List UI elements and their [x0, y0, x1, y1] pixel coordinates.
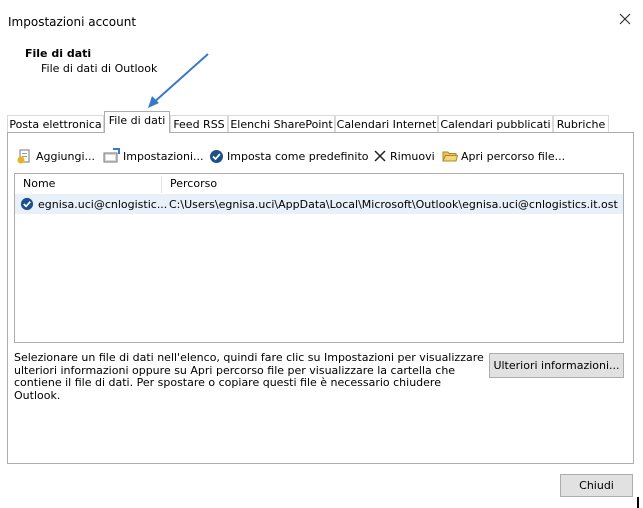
window-title: Impostazioni account: [8, 15, 137, 29]
remove-button[interactable]: Rimuovi: [373, 147, 435, 165]
settings-icon: [103, 148, 120, 163]
settings-button[interactable]: Impostazioni...: [103, 147, 204, 165]
tab-published-calendars[interactable]: Calendari pubblicati: [438, 115, 553, 132]
row-name: egnisa.uci@cnlogistic...: [38, 198, 168, 211]
open-location-button[interactable]: Apri percorso file...: [442, 147, 565, 165]
tab-address-books[interactable]: Rubriche: [553, 115, 609, 132]
close-button[interactable]: Chiudi: [560, 474, 633, 497]
add-button[interactable]: Aggiungi...: [17, 147, 95, 165]
settings-button-label: Impostazioni...: [123, 149, 204, 163]
row-path: C:\Users\egnisa.uci\AppData\Local\Micros…: [169, 198, 618, 211]
arrow-annotation: [148, 53, 209, 108]
description-text: Selezionare un file di dati nell'elenco,…: [14, 351, 484, 402]
column-header-name[interactable]: Nome: [15, 176, 161, 192]
remove-x-icon: [374, 150, 386, 162]
add-file-icon: [17, 149, 30, 164]
tab-sharepoint-lists[interactable]: Elenchi SharePoint: [228, 115, 335, 132]
set-default-button-label: Imposta come predefinito: [227, 149, 369, 163]
tab-internet-calendars[interactable]: Calendari Internet: [335, 115, 438, 132]
tab-email[interactable]: Posta elettronica: [7, 115, 104, 132]
section-title: File di dati: [25, 47, 92, 60]
window-edge: [637, 497, 639, 508]
default-check-icon: [20, 197, 34, 211]
open-location-button-label: Apri percorso file...: [461, 149, 566, 163]
tab-data-files[interactable]: File di dati: [104, 111, 170, 133]
column-header-path[interactable]: Percorso: [162, 176, 462, 192]
set-default-button[interactable]: Imposta come predefinito: [209, 147, 369, 165]
remove-button-label: Rimuovi: [390, 149, 435, 163]
more-info-button[interactable]: Ulteriori informazioni...: [489, 353, 624, 378]
default-check-icon: [210, 149, 223, 163]
add-button-label: Aggiungi...: [36, 149, 96, 163]
close-icon[interactable]: [617, 10, 633, 28]
tab-rss-feeds[interactable]: Feed RSS: [170, 115, 228, 132]
folder-icon: [442, 151, 458, 162]
